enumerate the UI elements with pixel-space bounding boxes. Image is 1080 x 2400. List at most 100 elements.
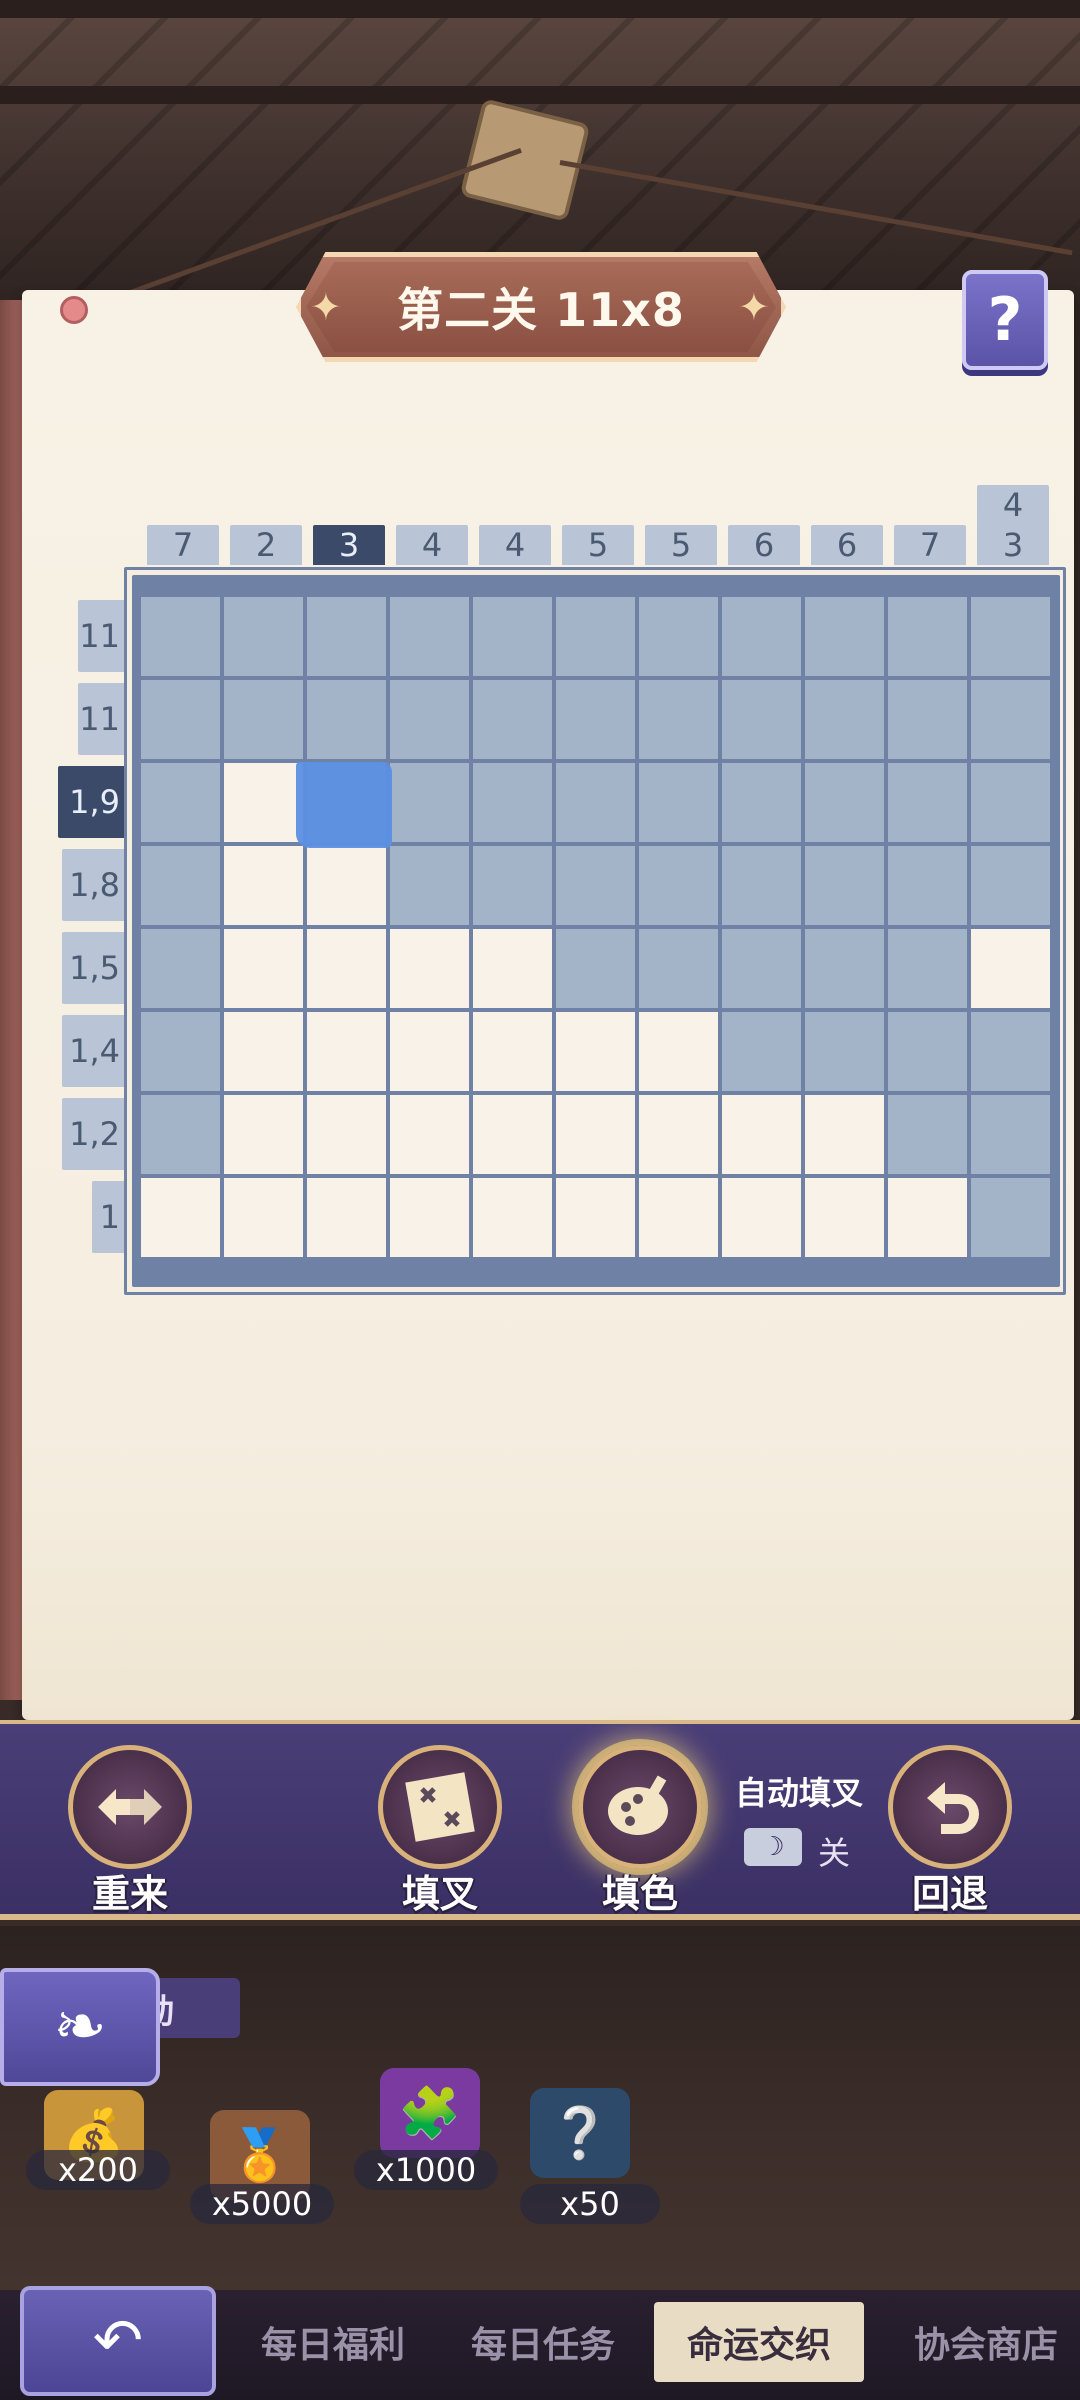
grid-cell[interactable]	[390, 680, 469, 759]
grid-cell[interactable]	[141, 597, 220, 676]
grid-cell[interactable]	[307, 929, 386, 1008]
grid-cell[interactable]	[224, 597, 303, 676]
grid-cell[interactable]	[888, 680, 967, 759]
grid-cell[interactable]	[390, 846, 469, 925]
grid-cell[interactable]	[722, 597, 801, 676]
grid-cell[interactable]	[556, 929, 635, 1008]
grid-cell[interactable]	[722, 1095, 801, 1174]
grid-cell[interactable]	[224, 680, 303, 759]
grid-cell[interactable]	[473, 597, 552, 676]
grid-cell[interactable]	[390, 929, 469, 1008]
undo-button[interactable]: 回退	[888, 1745, 1012, 1918]
grid-cell[interactable]	[639, 763, 718, 842]
grid-cell[interactable]	[639, 597, 718, 676]
grid-cell[interactable]	[307, 680, 386, 759]
back-arrow-icon: ↶	[92, 2306, 144, 2376]
grid-cell[interactable]	[639, 1012, 718, 1091]
grid-cell[interactable]	[224, 763, 303, 842]
grid-cell[interactable]	[556, 680, 635, 759]
grid-cell[interactable]	[805, 1095, 884, 1174]
grid-cell[interactable]	[556, 1178, 635, 1257]
help-button[interactable]: ?	[962, 270, 1048, 370]
grid-cell[interactable]	[639, 1178, 718, 1257]
grid-cell[interactable]	[722, 1178, 801, 1257]
nav-guild-shop[interactable]: 协会商店	[904, 2302, 1068, 2382]
grid-cell[interactable]	[888, 1012, 967, 1091]
grid-cell[interactable]	[141, 1095, 220, 1174]
grid-cell[interactable]	[888, 763, 967, 842]
grid-cell[interactable]	[224, 1178, 303, 1257]
grid-cell[interactable]	[390, 1012, 469, 1091]
grid-cell[interactable]	[307, 846, 386, 925]
grid-cell[interactable]	[888, 597, 967, 676]
cross-mode-button[interactable]: 填叉	[378, 1745, 502, 1918]
grid-cell[interactable]	[307, 1012, 386, 1091]
grid-cell[interactable]	[141, 680, 220, 759]
grid-cell[interactable]	[556, 1095, 635, 1174]
grid-cell[interactable]	[141, 1178, 220, 1257]
grid-cell[interactable]	[971, 846, 1050, 925]
grid-cell[interactable]	[473, 763, 552, 842]
grid-cell[interactable]	[805, 1012, 884, 1091]
grid-cell[interactable]	[556, 763, 635, 842]
grid-cell[interactable]	[805, 929, 884, 1008]
nav-daily-welfare[interactable]: 每日福利	[258, 2302, 408, 2382]
grid-cell[interactable]	[888, 1095, 967, 1174]
restart-button[interactable]: 重来	[68, 1745, 192, 1918]
grid-cell[interactable]	[473, 846, 552, 925]
grid-cell[interactable]	[971, 1012, 1050, 1091]
nav-fate-weave[interactable]: 命运交织	[654, 2302, 864, 2382]
grid-cell[interactable]	[639, 929, 718, 1008]
grid-cell[interactable]	[390, 597, 469, 676]
fill-mode-button[interactable]: 填色	[578, 1745, 702, 1918]
grid-cell[interactable]	[390, 1095, 469, 1174]
grid-cell[interactable]	[473, 929, 552, 1008]
grid-cell[interactable]	[971, 680, 1050, 759]
grid-cell[interactable]	[805, 763, 884, 842]
grid-cell[interactable]	[141, 1012, 220, 1091]
nav-daily-tasks[interactable]: 每日任务	[468, 2302, 618, 2382]
grid-cell[interactable]	[722, 680, 801, 759]
grid-cell[interactable]	[473, 1178, 552, 1257]
grid-cell[interactable]	[224, 929, 303, 1008]
grid-cell[interactable]	[971, 1178, 1050, 1257]
grid-cell[interactable]	[473, 1012, 552, 1091]
grid-cell[interactable]	[556, 846, 635, 925]
grid-cell[interactable]	[722, 929, 801, 1008]
grid-cell[interactable]	[888, 929, 967, 1008]
grid-cell[interactable]	[141, 846, 220, 925]
auto-cross-toggle[interactable]: ☽	[744, 1828, 802, 1866]
grid-cell[interactable]	[390, 763, 469, 842]
grid-cell[interactable]	[639, 846, 718, 925]
grid-cell[interactable]	[556, 1012, 635, 1091]
grid-cell[interactable]	[556, 597, 635, 676]
grid-cell[interactable]	[224, 1012, 303, 1091]
grid-cell[interactable]	[307, 1095, 386, 1174]
grid-cell[interactable]	[805, 680, 884, 759]
back-button[interactable]: ↶	[20, 2286, 216, 2396]
flag-button[interactable]: ❧	[0, 1968, 160, 2086]
grid-cell[interactable]	[722, 846, 801, 925]
grid-cell[interactable]	[971, 763, 1050, 842]
grid-cell[interactable]	[307, 1178, 386, 1257]
grid-cell[interactable]	[805, 597, 884, 676]
grid-cell[interactable]	[971, 1095, 1050, 1174]
grid-cell[interactable]	[141, 929, 220, 1008]
grid-cell[interactable]	[473, 1095, 552, 1174]
grid-cell[interactable]	[805, 1178, 884, 1257]
grid-cell[interactable]	[639, 680, 718, 759]
grid-cell[interactable]	[971, 929, 1050, 1008]
grid-cell[interactable]	[390, 1178, 469, 1257]
grid-cell[interactable]	[971, 597, 1050, 676]
grid-cell[interactable]	[722, 1012, 801, 1091]
grid-cell[interactable]	[473, 680, 552, 759]
grid-cell[interactable]	[224, 846, 303, 925]
grid-cell[interactable]	[307, 597, 386, 676]
grid-cell[interactable]	[224, 1095, 303, 1174]
grid-cell[interactable]	[805, 846, 884, 925]
grid-cell[interactable]	[722, 763, 801, 842]
grid-cell[interactable]	[639, 1095, 718, 1174]
grid-cell[interactable]	[141, 763, 220, 842]
grid-cell[interactable]	[888, 846, 967, 925]
grid-cell[interactable]	[888, 1178, 967, 1257]
